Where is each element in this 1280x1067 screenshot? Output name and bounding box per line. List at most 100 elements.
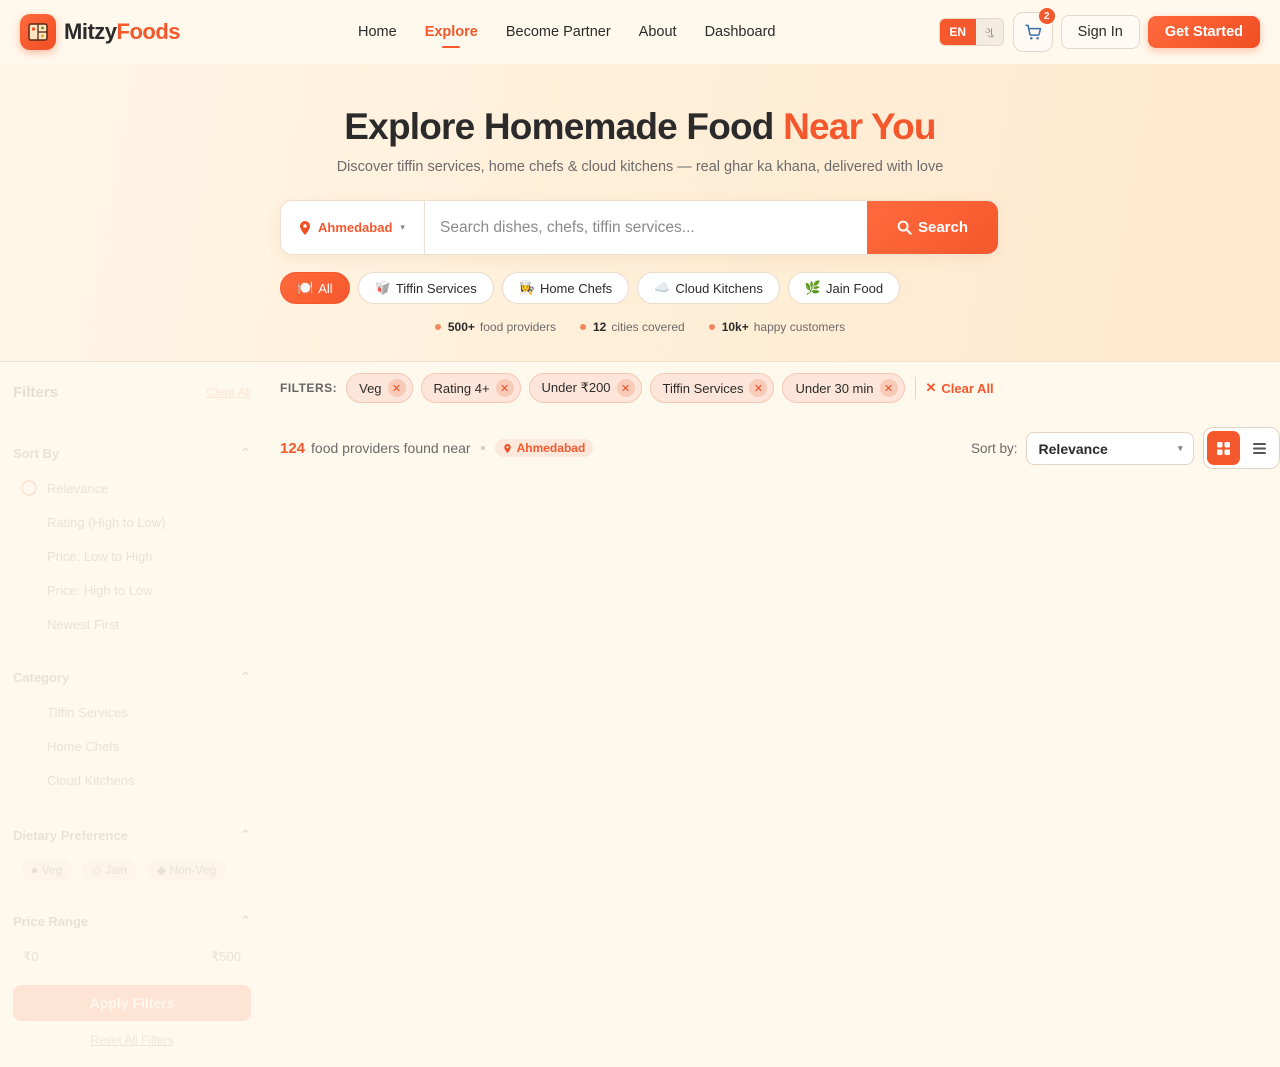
- sidebar-clear-all[interactable]: Clear All: [206, 385, 251, 399]
- stat-providers: 500+ food providers: [434, 320, 556, 334]
- nav-explore[interactable]: Explore: [425, 24, 478, 40]
- lang-en-button[interactable]: EN: [939, 19, 976, 45]
- filter-tag-time: Under 30 min ✕: [782, 373, 905, 403]
- map-pin-icon: [300, 220, 310, 235]
- chevron-down-icon: ▾: [1178, 443, 1183, 453]
- brand-logo[interactable]: MitzyFoods: [20, 14, 180, 50]
- search-bar: Ahmedabad ▾ Search: [280, 200, 999, 255]
- filter-tag-tiffin: Tiffin Services ✕: [649, 373, 775, 403]
- hero-section: Explore Homemade Food Near You Discover …: [0, 64, 1280, 362]
- sort-option[interactable]: Relevance: [13, 471, 251, 505]
- brand-name: MitzyFoods: [64, 19, 180, 44]
- close-icon[interactable]: ✕: [616, 379, 635, 397]
- nav-become-partner[interactable]: Become Partner: [506, 24, 611, 40]
- price-max: ₹500: [211, 949, 241, 964]
- cloud-icon: ☁️: [654, 280, 671, 295]
- sort-option[interactable]: Rating (High to Low): [13, 505, 251, 539]
- nav-about[interactable]: About: [639, 24, 677, 40]
- active-filters-bar: FILTERS: Veg ✕ Rating 4+ ✕ Under ₹200 ✕ …: [280, 373, 994, 403]
- map-pin-icon: [503, 443, 511, 453]
- price-min: ₹0: [23, 949, 39, 964]
- sign-in-button[interactable]: Sign In: [1060, 15, 1140, 49]
- dot-separator: [480, 446, 485, 450]
- close-icon: ✕: [925, 380, 937, 395]
- leaf-icon: 🌿: [804, 280, 822, 295]
- lang-gujarati-button[interactable]: ગુ: [975, 19, 1003, 45]
- top-navbar: MitzyFoods Home Explore Become Partner A…: [0, 0, 1280, 64]
- sort-section-title[interactable]: Sort By: [13, 446, 59, 461]
- chevron-up-icon[interactable]: ⌃: [240, 445, 251, 461]
- chip-home-chefs[interactable]: 👩‍🍳 Home Chefs: [501, 272, 630, 304]
- chip-tiffin-services[interactable]: 🥡 Tiffin Services: [357, 272, 494, 304]
- search-input[interactable]: [425, 201, 867, 254]
- main-nav: Home Explore Become Partner About Dashbo…: [358, 0, 776, 64]
- sort-option[interactable]: Price: Low to High: [13, 539, 251, 573]
- chevron-up-icon[interactable]: ⌃: [240, 827, 251, 843]
- category-option[interactable]: Home Chefs: [13, 729, 251, 763]
- close-icon[interactable]: ✕: [387, 379, 406, 397]
- results-location-badge: Ahmedabad: [494, 439, 594, 457]
- diet-veg[interactable]: ● Veg: [21, 859, 73, 881]
- hero-subtitle: Discover tiffin services, home chefs & c…: [336, 159, 944, 175]
- view-toggle: [1203, 427, 1280, 469]
- filters-label: FILTERS:: [280, 381, 338, 395]
- cart-button[interactable]: 2: [1012, 8, 1055, 52]
- chip-cloud-kitchens[interactable]: ☁️ Cloud Kitchens: [637, 272, 780, 304]
- results-count: 124: [280, 439, 306, 457]
- search-button[interactable]: Search: [867, 201, 998, 254]
- chip-jain-food[interactable]: 🌿 Jain Food: [787, 272, 901, 304]
- divider: [914, 377, 916, 399]
- chevron-down-icon: ▾: [400, 222, 405, 232]
- search-button-label: Search: [917, 219, 969, 236]
- nav-actions: EN ગુ 2 Sign In Get Started: [938, 8, 1260, 52]
- filter-tag-rating: Rating 4+ ✕: [420, 373, 521, 403]
- lunchbox-icon: [20, 14, 56, 50]
- sort-option[interactable]: Newest First: [13, 607, 251, 641]
- nav-dashboard[interactable]: Dashboard: [705, 24, 776, 40]
- close-icon[interactable]: ✕: [495, 379, 514, 397]
- chef-icon: 👩‍🍳: [518, 280, 535, 295]
- diet-section-title[interactable]: Dietary Preference: [13, 828, 128, 843]
- chevron-up-icon[interactable]: ⌃: [240, 913, 251, 929]
- grid-view-button[interactable]: [1207, 431, 1240, 465]
- grid-icon: [1217, 441, 1230, 455]
- language-switcher: EN ગુ: [938, 18, 1004, 46]
- cart-count-badge: 2: [1038, 8, 1055, 24]
- results-summary: 124 food providers found near Ahmedabad: [280, 439, 594, 457]
- get-started-button[interactable]: Get Started: [1147, 16, 1260, 48]
- filter-tag-veg: Veg ✕: [346, 373, 413, 403]
- category-option[interactable]: Tiffin Services: [13, 695, 251, 729]
- list-icon: [1253, 442, 1266, 454]
- reset-filters-link[interactable]: Reset All Filters: [13, 1033, 251, 1047]
- sort-label: Sort by:: [971, 441, 1018, 456]
- filters-sidebar: Filters Clear All Sort By ⌃ Relevance Rat…: [0, 363, 264, 1067]
- location-value: Ahmedabad: [318, 220, 393, 235]
- category-chips: 🍽️ All 🥡 Tiffin Services 👩‍🍳 Home Chefs …: [280, 272, 901, 304]
- takeout-box-icon: 🥡: [374, 280, 391, 295]
- hero-title: Explore Homemade Food Near You: [344, 106, 936, 147]
- hero-stats: 500+ food providers 12 cities covered 10k+…: [0, 320, 1280, 334]
- close-icon[interactable]: ✕: [749, 379, 768, 397]
- sort-control: Sort by: Relevance ▾: [971, 432, 1194, 465]
- category-section-title[interactable]: Category: [13, 670, 69, 685]
- diet-nonveg[interactable]: ◆ Non-Veg: [146, 859, 227, 881]
- chip-all[interactable]: 🍽️ All: [280, 272, 350, 304]
- diet-jain[interactable]: ◇ Jain: [82, 859, 137, 881]
- search-icon: [897, 220, 912, 235]
- list-view-button[interactable]: [1243, 431, 1276, 465]
- clear-all-filters-button[interactable]: ✕ Clear All: [926, 380, 994, 396]
- price-section-title[interactable]: Price Range: [13, 914, 88, 929]
- sort-dropdown[interactable]: Relevance ▾: [1025, 432, 1194, 465]
- apply-filters-button[interactable]: Apply Filters: [13, 985, 251, 1021]
- plate-icon: 🍽️: [297, 280, 314, 295]
- category-option[interactable]: Cloud Kitchens: [13, 763, 251, 797]
- stat-customers: 10k+ happy customers: [708, 320, 845, 334]
- sort-option[interactable]: Price: High to Low: [13, 573, 251, 607]
- close-icon[interactable]: ✕: [879, 379, 898, 397]
- stat-cities: 12 cities covered: [579, 320, 685, 334]
- cart-icon: [1025, 24, 1041, 40]
- chevron-up-icon[interactable]: ⌃: [240, 669, 251, 685]
- nav-home[interactable]: Home: [358, 24, 397, 40]
- results-text: food providers found near: [311, 440, 471, 456]
- location-selector[interactable]: Ahmedabad ▾: [281, 201, 425, 254]
